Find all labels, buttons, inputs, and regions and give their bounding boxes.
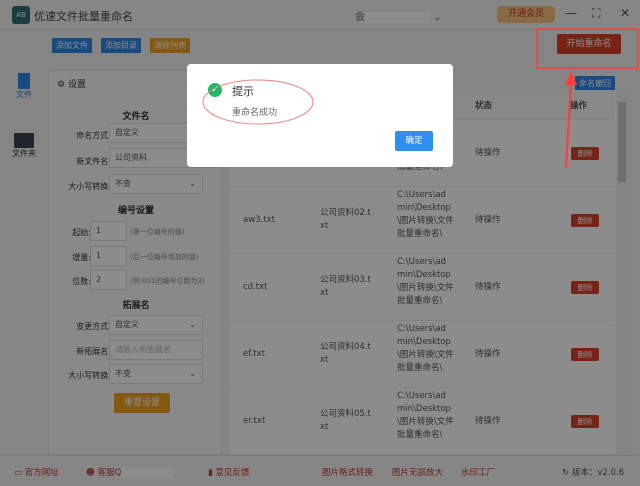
annotation-overlay <box>202 28 639 169</box>
annotation-rectangle <box>536 28 639 69</box>
annotation-arrow <box>565 79 572 169</box>
annotation-ellipse <box>202 79 314 125</box>
annotation-arrowhead <box>565 71 577 85</box>
